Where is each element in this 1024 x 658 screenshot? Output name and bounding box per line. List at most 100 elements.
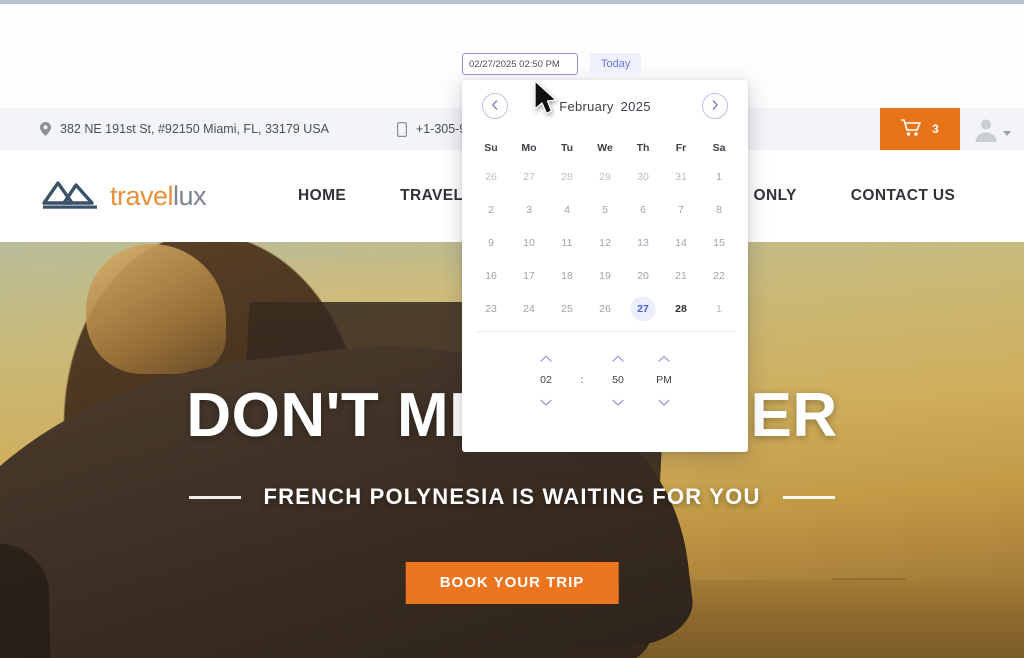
calendar-day[interactable]: 5 xyxy=(586,199,624,221)
time-separator: : xyxy=(569,374,595,386)
chevron-up-icon[interactable] xyxy=(612,346,624,370)
mobile-phone-icon xyxy=(396,121,407,137)
weekday-sa: Sa xyxy=(712,142,726,154)
calendar-month-label: February xyxy=(559,98,614,114)
minute-stepper: 50 xyxy=(595,346,641,414)
calendar-day[interactable]: 18 xyxy=(548,265,586,287)
calendar-day[interactable]: 8 xyxy=(700,199,738,221)
calendar-month-year: February 2025 xyxy=(559,99,651,114)
calendar-day[interactable]: 1 xyxy=(700,166,738,188)
calendar-day-today[interactable]: 28 xyxy=(662,298,700,320)
calendar-day[interactable]: 28 xyxy=(548,166,586,188)
address-text: 382 NE 191st St, #92150 Miami, FL, 33179… xyxy=(60,122,329,136)
logo-wordmark: travellux xyxy=(110,180,207,212)
site-logo[interactable]: travellux xyxy=(42,177,207,216)
chevron-down-icon xyxy=(1003,130,1011,136)
today-button[interactable]: Today xyxy=(590,53,642,75)
hero-title-right: ER xyxy=(750,381,838,450)
weekday-we: We xyxy=(597,142,613,154)
calendar-day[interactable]: 25 xyxy=(548,298,586,320)
calendar-day[interactable]: 1 xyxy=(700,298,738,320)
topbar-right-actions: 3 xyxy=(880,108,1024,150)
calendar-day[interactable]: 12 xyxy=(586,232,624,254)
calendar-year-label: 2025 xyxy=(620,98,651,114)
calendar-day[interactable]: 7 xyxy=(662,199,700,221)
time-colon: : xyxy=(580,374,584,386)
calendar-day[interactable]: 29 xyxy=(586,166,624,188)
calendar-day[interactable]: 22 xyxy=(700,265,738,287)
calendar-day[interactable]: 27 xyxy=(510,166,548,188)
calendar-day[interactable]: 20 xyxy=(624,265,662,287)
logo-text-secondary: lux xyxy=(173,180,207,211)
calendar-day[interactable]: 21 xyxy=(662,265,700,287)
hero-dash-left xyxy=(189,495,242,499)
calendar-day-selected[interactable]: 27 xyxy=(624,298,662,320)
calendar-week-row: 26 27 28 29 30 31 1 xyxy=(472,166,738,188)
calendar-day[interactable]: 14 xyxy=(662,232,700,254)
calendar-day[interactable]: 26 xyxy=(586,298,624,320)
calendar-day[interactable]: 9 xyxy=(472,232,510,254)
prev-month-button[interactable] xyxy=(482,93,508,119)
calendar-day[interactable]: 16 xyxy=(472,265,510,287)
minute-value: 50 xyxy=(612,374,624,386)
calendar-day[interactable]: 31 xyxy=(662,166,700,188)
hour-stepper: 02 xyxy=(523,346,569,414)
hero-subtitle: FRENCH POLYNESIA IS WAITING FOR YOU xyxy=(263,484,761,509)
chevron-up-icon[interactable] xyxy=(658,346,670,370)
calendar-header: February 2025 xyxy=(462,80,748,132)
calendar-day[interactable]: 19 xyxy=(586,265,624,287)
map-pin-icon xyxy=(40,122,51,136)
calendar-day[interactable]: 30 xyxy=(624,166,662,188)
calendar-day[interactable]: 13 xyxy=(624,232,662,254)
time-section-divider xyxy=(476,331,734,332)
calendar-week-row: 2 3 4 5 6 7 8 xyxy=(472,199,738,221)
calendar-day[interactable]: 11 xyxy=(548,232,586,254)
chevron-down-icon[interactable] xyxy=(612,390,624,414)
chevron-right-icon xyxy=(711,97,719,115)
calendar-day[interactable]: 3 xyxy=(510,199,548,221)
chevron-left-icon xyxy=(491,97,499,115)
user-avatar-icon xyxy=(973,116,999,142)
calendar-day[interactable]: 23 xyxy=(472,298,510,320)
hero-dash-right xyxy=(782,495,835,499)
calendar-day[interactable]: 6 xyxy=(624,199,662,221)
meridiem-value: PM xyxy=(656,374,672,386)
chevron-down-icon[interactable] xyxy=(540,390,552,414)
nav-item-home[interactable]: HOME xyxy=(298,187,346,205)
calendar-week-row: 23 24 25 26 27 28 1 xyxy=(472,298,738,320)
calendar-day[interactable]: 24 xyxy=(510,298,548,320)
logo-text-primary: travel xyxy=(110,180,174,211)
calendar-week-row: 16 17 18 19 20 21 22 xyxy=(472,265,738,287)
cart-count-badge: 3 xyxy=(932,122,939,136)
calendar-day[interactable]: 4 xyxy=(548,199,586,221)
calendar-day[interactable]: 10 xyxy=(510,232,548,254)
calendar-day[interactable]: 15 xyxy=(700,232,738,254)
calendar-day[interactable]: 17 xyxy=(510,265,548,287)
chevron-down-icon[interactable] xyxy=(658,390,670,414)
weekday-th: Th xyxy=(636,142,650,154)
page-root: 382 NE 191st St, #92150 Miami, FL, 33179… xyxy=(0,0,1024,658)
calendar-week-row: 9 10 11 12 13 14 15 xyxy=(472,232,738,254)
calendar-days-grid: 26 27 28 29 30 31 1 2 3 4 5 6 7 8 9 10 1… xyxy=(462,166,748,320)
book-your-trip-button[interactable]: BOOK YOUR TRIP xyxy=(405,562,619,604)
hour-value: 02 xyxy=(540,374,552,386)
weekday-mo: Mo xyxy=(521,142,537,154)
weekday-su: Su xyxy=(484,142,498,154)
datetime-input-row: Today xyxy=(462,53,642,75)
calendar-day[interactable]: 2 xyxy=(472,199,510,221)
calendar-weekday-header: Su Mo Tu We Th Fr Sa xyxy=(462,136,748,160)
weekday-fr: Fr xyxy=(675,142,687,154)
account-menu-button[interactable] xyxy=(960,108,1024,150)
address-block: 382 NE 191st St, #92150 Miami, FL, 33179… xyxy=(40,122,329,136)
meridiem-stepper: PM xyxy=(641,346,687,414)
mountains-icon xyxy=(42,177,100,216)
chevron-up-icon[interactable] xyxy=(540,346,552,370)
next-month-button[interactable] xyxy=(701,93,728,119)
weekday-tu: Tu xyxy=(560,142,574,154)
datetime-picker-panel: February 2025 Su Mo Tu We Th Fr Sa 26 27 … xyxy=(462,80,748,452)
calendar-day[interactable]: 26 xyxy=(472,166,510,188)
cart-button[interactable]: 3 xyxy=(880,108,960,150)
datetime-input[interactable] xyxy=(462,53,578,75)
nav-item-contact-us[interactable]: CONTACT US xyxy=(851,187,955,205)
shopping-cart-icon xyxy=(900,118,921,140)
